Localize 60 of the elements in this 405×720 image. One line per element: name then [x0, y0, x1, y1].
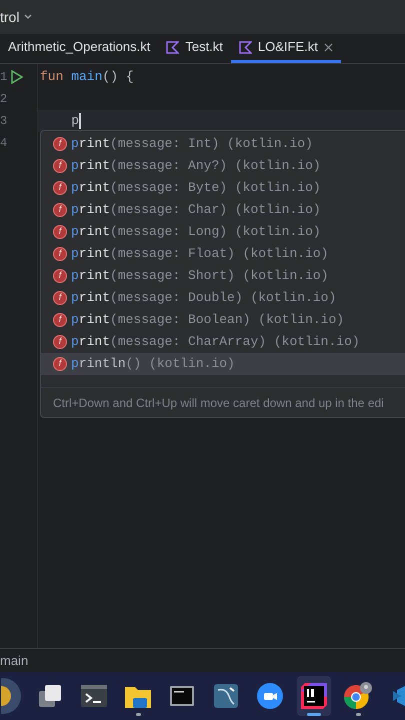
- completion-item[interactable]: f print(message: Long) (kotlin.io): [41, 221, 405, 243]
- completion-item[interactable]: f println() (kotlin.io): [41, 353, 405, 375]
- completion-item[interactable]: f print(message: Boolean) (kotlin.io): [41, 309, 405, 331]
- completion-text: print(message: Short) (kotlin.io): [71, 267, 328, 286]
- function-icon: f: [53, 313, 67, 327]
- completion-item[interactable]: f print(message: CharArray) (kotlin.io): [41, 331, 405, 353]
- file-tab[interactable]: Test.kt: [158, 34, 231, 63]
- function-icon: f: [53, 181, 67, 195]
- completion-item[interactable]: f print(message: Int) (kotlin.io): [41, 133, 405, 155]
- completion-text: println() (kotlin.io): [71, 355, 235, 374]
- camera-app-icon: [257, 683, 283, 709]
- function-icon: f: [53, 335, 67, 349]
- function-icon: f: [53, 225, 67, 239]
- completion-text: print(message: CharArray) (kotlin.io): [71, 333, 360, 352]
- dolphin-icon: [214, 684, 238, 708]
- terminal-icon: [81, 685, 107, 707]
- code-line: p: [70, 112, 81, 131]
- completion-text: print(message: Double) (kotlin.io): [71, 289, 336, 308]
- completion-item[interactable]: f print(message: Byte) (kotlin.io): [41, 177, 405, 199]
- ide-icon: [301, 683, 327, 709]
- function-icon: f: [53, 137, 67, 151]
- function-icon: f: [53, 247, 67, 261]
- task-view-icon: [37, 683, 63, 709]
- hint-text: Ctrl+Down and Ctrl+Up will move caret down and up in the edi: [53, 394, 384, 412]
- folder-icon: [125, 684, 151, 708]
- run-icon[interactable]: [10, 70, 24, 84]
- completion-item[interactable]: f print(message: Any?) (kotlin.io): [41, 155, 405, 177]
- completion-text: print(message: Long) (kotlin.io): [71, 223, 321, 242]
- taskbar-button[interactable]: [297, 676, 331, 716]
- line-number: 4: [0, 135, 8, 152]
- completion-item[interactable]: f print(message: Short) (kotlin.io): [41, 265, 405, 287]
- browser-icon: [343, 681, 373, 711]
- completion-text: print(message: Char) (kotlin.io): [71, 201, 321, 220]
- kotlin-file-icon: [238, 40, 252, 54]
- line-number: 3: [0, 113, 8, 130]
- line-number: 2: [0, 91, 8, 108]
- completion-text: print(message: Any?) (kotlin.io): [71, 157, 321, 176]
- completion-item[interactable]: f print(message: Float) (kotlin.io): [41, 243, 405, 265]
- function-icon: f: [53, 269, 67, 283]
- function-icon: f: [53, 357, 67, 371]
- completion-text: print(message: Int) (kotlin.io): [71, 135, 313, 154]
- console-icon: [170, 686, 194, 706]
- project-menu[interactable]: trol: [0, 6, 20, 28]
- file-tab[interactable]: LO&IFE.kt: [230, 34, 341, 63]
- kotlin-file-icon: [166, 40, 180, 54]
- breadcrumb[interactable]: main: [0, 650, 28, 670]
- file-tab[interactable]: Arithmetic_Operations.kt: [0, 34, 158, 63]
- function-icon: f: [53, 291, 67, 305]
- taskbar-button[interactable]: [1, 676, 23, 716]
- completion-item[interactable]: f print(message: Double) (kotlin.io): [41, 287, 405, 309]
- completion-item[interactable]: f print(message: Char) (kotlin.io): [41, 199, 405, 221]
- app-icon: [1, 678, 23, 714]
- completion-text: print(message: Boolean) (kotlin.io): [71, 311, 344, 330]
- completion-text: print(message: Byte) (kotlin.io): [71, 179, 321, 198]
- completion-text: print(message: Float) (kotlin.io): [71, 245, 328, 264]
- function-icon: f: [53, 159, 67, 173]
- close-icon[interactable]: [324, 42, 333, 52]
- code-line: fun main() {: [40, 68, 134, 86]
- function-icon: f: [53, 203, 67, 217]
- line-number: 1: [0, 69, 8, 86]
